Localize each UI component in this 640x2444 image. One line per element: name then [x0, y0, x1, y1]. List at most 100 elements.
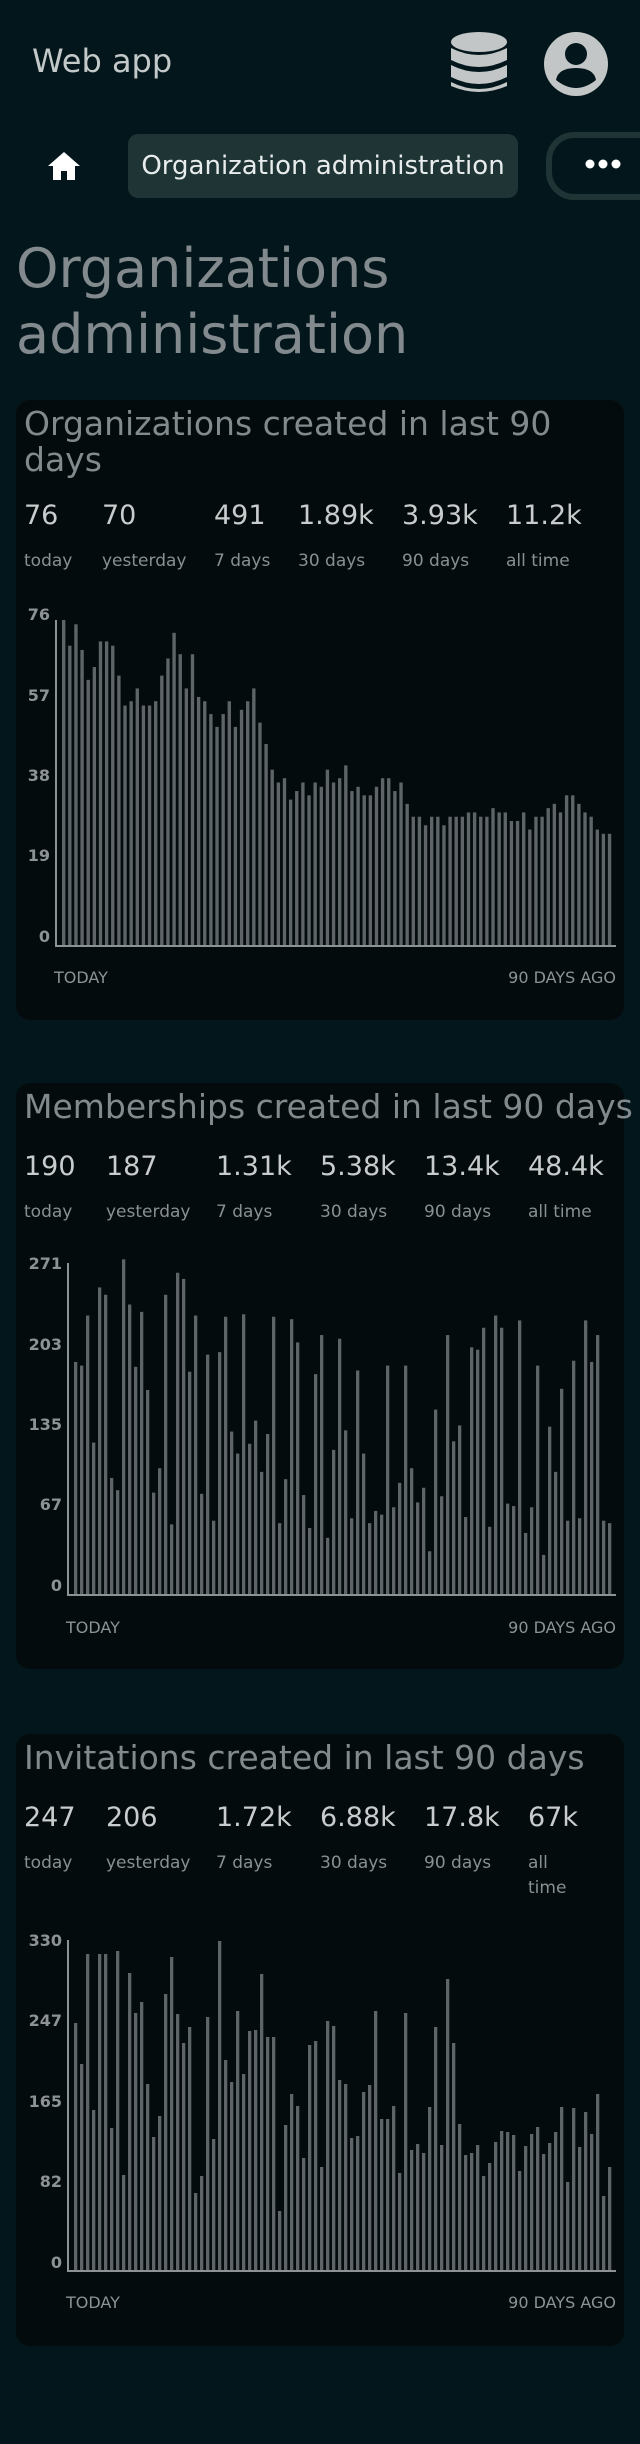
app-bar: Web app: [0, 0, 640, 124]
chart-bar: [92, 667, 97, 945]
chart-bar: [129, 701, 133, 945]
stat-90-days: 3.93k 90 days: [402, 500, 478, 571]
chart-bar: [233, 726, 238, 945]
chart-bar: [314, 2041, 318, 2270]
y-tick: 0: [51, 1576, 62, 1595]
chart-bar: [428, 2107, 432, 2270]
chart-bar: [290, 2094, 294, 2270]
chart-bar: [62, 620, 66, 945]
chart-bar: [164, 1294, 168, 1594]
chart-bar: [284, 2125, 288, 2270]
chart-bar: [558, 812, 563, 945]
chart-bar: [392, 1507, 396, 1594]
chart-bar: [320, 2167, 324, 2270]
chart-bar: [362, 1453, 366, 1594]
chart-bar: [542, 2154, 546, 2270]
chart-bar: [411, 816, 415, 945]
chart-bar: [80, 1365, 84, 1594]
chart-bar: [170, 1957, 174, 2270]
chart-bar: [374, 2011, 378, 2270]
chart-bar: [577, 803, 581, 945]
page-title: Organizations administration: [16, 237, 409, 366]
chart-bar: [252, 688, 256, 945]
chart-bar: [417, 816, 422, 945]
chart-bar: [212, 2139, 216, 2270]
chart-bar: [470, 2153, 474, 2270]
chart-bar: [307, 795, 311, 945]
chart-bar: [536, 1365, 540, 1594]
chart-bar: [196, 696, 201, 945]
chart-bar: [338, 1338, 342, 1594]
chart-bar: [86, 1954, 90, 2270]
chart-bar: [152, 1492, 156, 1594]
chart-bar: [472, 812, 477, 945]
home-button[interactable]: [36, 140, 92, 192]
chart-bar: [302, 2158, 306, 2270]
chart-bar: [442, 825, 446, 945]
chart-bar: [434, 2027, 438, 2270]
chart-bar: [476, 1349, 480, 1594]
chart-bar: [206, 2017, 210, 2270]
chart-bar: [344, 765, 348, 945]
database-icon[interactable]: [446, 30, 512, 96]
chart-bar: [458, 2124, 462, 2270]
x-label-90-days-ago: 90 DAYS AGO: [508, 968, 616, 987]
chart-bar: [239, 709, 244, 945]
chart-bar: [552, 803, 557, 945]
chart-bar: [296, 1342, 300, 1594]
stat-90-days: 13.4k 90 days: [424, 1151, 500, 1222]
chart-bar: [515, 820, 520, 945]
chart-bar: [506, 1503, 510, 1594]
chart-bar: [295, 791, 299, 945]
x-label-90-days-ago: 90 DAYS AGO: [508, 1618, 616, 1637]
chart-bar: [301, 782, 305, 945]
chart-bar: [485, 816, 489, 945]
chart-bar: [313, 782, 317, 945]
chart-bar: [518, 1320, 522, 1594]
chart-bar: [458, 1425, 462, 1594]
chart-bar: [332, 2026, 336, 2270]
chart-bar: [470, 1347, 474, 1594]
chart-bar: [122, 1259, 126, 1594]
more-button[interactable]: [580, 146, 626, 182]
chart-bar: [98, 641, 103, 945]
chart-bar: [434, 1409, 438, 1594]
chart-bar: [524, 2146, 528, 2270]
account-circle-icon[interactable]: [542, 30, 610, 98]
chart-bar: [182, 2043, 186, 2270]
y-tick: 203: [29, 1335, 62, 1354]
stat-today: 76 today: [24, 500, 73, 571]
chart-bar: [566, 1520, 570, 1594]
chart-bar: [572, 2108, 576, 2270]
chart-bar: [509, 820, 514, 945]
chart-bar: [338, 778, 342, 945]
x-label-today: TODAY: [65, 1618, 120, 1637]
chart-bar: [248, 2031, 252, 2270]
tab-organization-administration[interactable]: Organization administration: [128, 134, 518, 198]
chart-bar: [374, 1510, 378, 1594]
nav-bar: Organization administration: [0, 124, 640, 208]
stat-30-days: 6.88k 30 days: [320, 1802, 396, 1873]
chart-bar: [410, 1468, 414, 1594]
y-tick: 38: [28, 766, 50, 785]
chart-bar: [248, 1443, 252, 1594]
chart-bar: [534, 816, 538, 945]
chart-bar: [116, 1951, 120, 2270]
y-tick: 76: [28, 605, 50, 624]
chart-bar: [608, 1523, 612, 1594]
chart-bar: [608, 2167, 612, 2270]
chart-bar: [488, 2163, 492, 2270]
stat-yesterday: 206 yesterday: [106, 1802, 191, 1873]
chart-bar: [554, 2132, 558, 2270]
chart-bar: [479, 816, 483, 945]
chart-bar: [528, 829, 532, 945]
chart-bar: [530, 2134, 534, 2270]
chart-bar: [454, 816, 458, 945]
chart-bar: [154, 701, 158, 945]
chart-bar: [332, 1449, 336, 1594]
chart-bar: [230, 1431, 234, 1594]
stat-today: 247 today: [24, 1802, 76, 1873]
chart-bar: [548, 1426, 552, 1594]
chart-bar: [80, 649, 84, 945]
y-tick: 82: [40, 2172, 62, 2191]
